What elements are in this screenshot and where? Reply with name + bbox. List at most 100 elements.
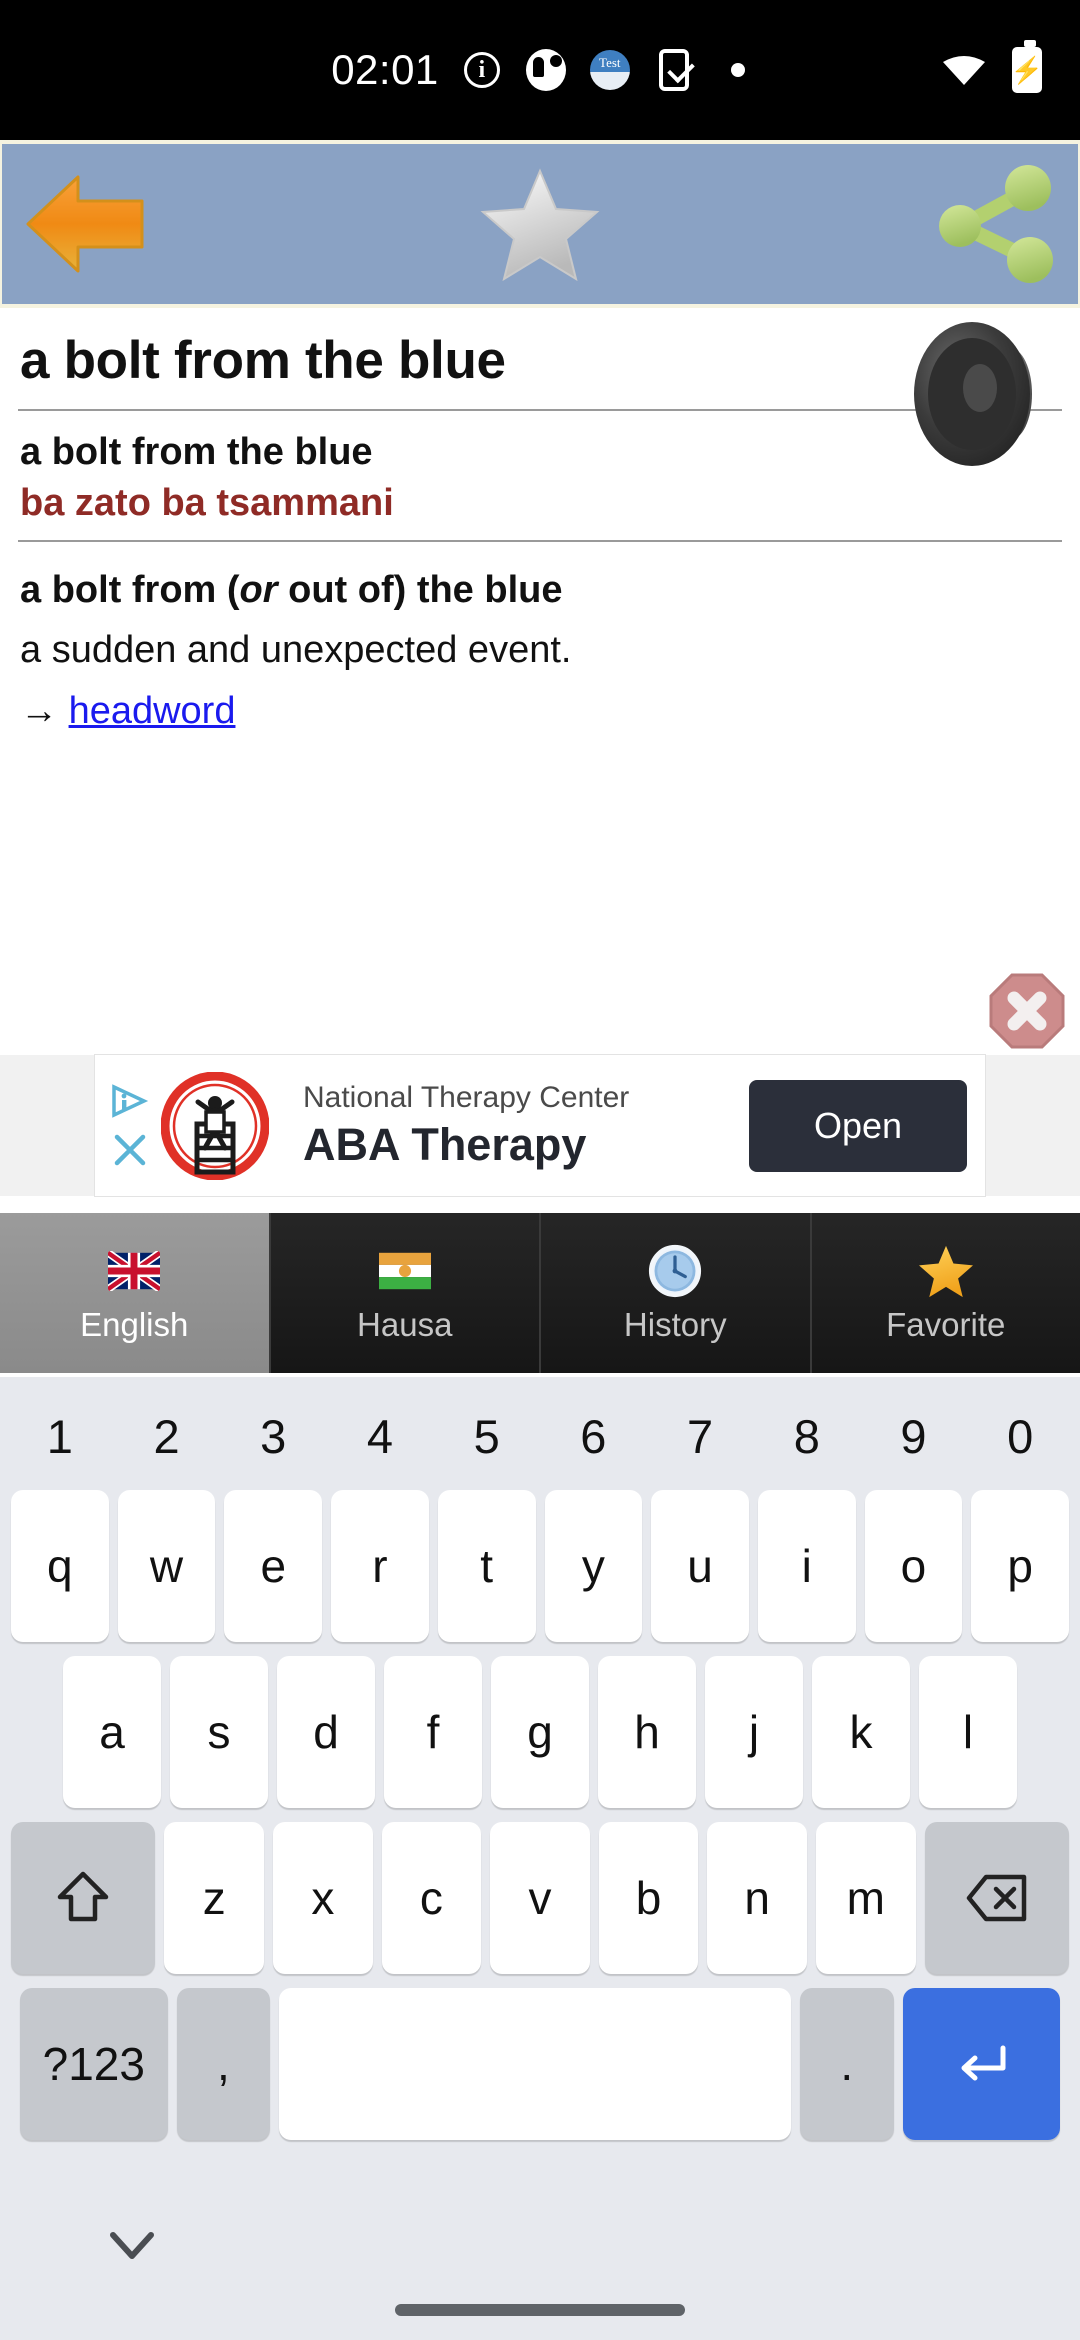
- key-5[interactable]: 5: [438, 1389, 536, 1484]
- shift-key[interactable]: [11, 1822, 156, 1974]
- test-app-icon: Test: [589, 49, 631, 91]
- status-bar-right-group: ⚡: [942, 0, 1043, 140]
- keyboard-row-zxcv: z x c v b n m: [5, 1822, 1075, 1974]
- shift-icon: [56, 1869, 110, 1927]
- tab-english-label: English: [80, 1306, 189, 1343]
- key-l[interactable]: l: [919, 1656, 1017, 1808]
- key-y[interactable]: y: [544, 1490, 643, 1642]
- period-key[interactable]: .: [800, 1988, 894, 2140]
- key-9[interactable]: 9: [865, 1389, 963, 1484]
- share-icon[interactable]: [930, 164, 1060, 284]
- keyboard-number-row: 1 2 3 4 5 6 7 8 9 0: [5, 1389, 1075, 1484]
- clock-icon: [644, 1242, 706, 1300]
- adchoices-icon[interactable]: [110, 1083, 150, 1118]
- status-bar-clock: 02:01: [331, 46, 439, 93]
- definition-block: a bolt from (or out of) the blue a sudde…: [18, 542, 1062, 733]
- key-d[interactable]: d: [277, 1656, 375, 1808]
- key-j[interactable]: j: [705, 1656, 803, 1808]
- key-z[interactable]: z: [164, 1822, 265, 1974]
- space-key[interactable]: [279, 1988, 791, 2140]
- enter-icon: [951, 2040, 1011, 2088]
- key-6[interactable]: 6: [545, 1389, 643, 1484]
- battery-charging-icon: ⚡: [1011, 40, 1043, 93]
- system-navigation-bar: [0, 2177, 1080, 2340]
- key-e[interactable]: e: [224, 1490, 323, 1642]
- key-1[interactable]: 1: [11, 1389, 109, 1484]
- app-toolbar-container: [0, 140, 1080, 308]
- tab-hausa[interactable]: Hausa: [270, 1213, 541, 1373]
- keyboard-row-asdf: a s d f g h j k l: [5, 1656, 1075, 1808]
- key-q[interactable]: q: [10, 1490, 109, 1642]
- app-notification-icon: [525, 49, 567, 91]
- tab-hausa-label: Hausa: [357, 1306, 453, 1343]
- key-3[interactable]: 3: [224, 1389, 322, 1484]
- ad-advertiser-logo-icon: [161, 1071, 269, 1180]
- key-p[interactable]: p: [971, 1490, 1070, 1642]
- key-2[interactable]: 2: [118, 1389, 216, 1484]
- key-8[interactable]: 8: [758, 1389, 856, 1484]
- key-i[interactable]: i: [757, 1490, 856, 1642]
- key-t[interactable]: t: [437, 1490, 536, 1642]
- key-x[interactable]: x: [273, 1822, 373, 1974]
- definition-headword-pre: a bolt from (: [20, 568, 240, 611]
- adchoices-group: [107, 1083, 153, 1168]
- ad-banner[interactable]: National Therapy Center ABA Therapy Open: [95, 1055, 985, 1196]
- entry-translation-hausa: ba zato ba tsammani: [20, 482, 394, 525]
- key-0[interactable]: 0: [971, 1389, 1069, 1484]
- ad-headline: ABA Therapy: [303, 1119, 587, 1171]
- key-m[interactable]: m: [815, 1822, 916, 1974]
- definition-text: a sudden and unexpected event.: [20, 628, 572, 671]
- comma-key[interactable]: ,: [176, 1988, 271, 2140]
- symbols-key[interactable]: ?123: [20, 1988, 168, 2140]
- key-f[interactable]: f: [384, 1656, 482, 1808]
- hide-keyboard-chevron-down-icon[interactable]: [105, 2225, 159, 2265]
- key-a[interactable]: a: [63, 1656, 161, 1808]
- app-toolbar: [2, 144, 1078, 304]
- speaker-icon[interactable]: [902, 314, 1062, 474]
- on-screen-keyboard: 1 2 3 4 5 6 7 8 9 0 q w e r t y u i o p …: [0, 1377, 1080, 2177]
- ad-close-button[interactable]: [988, 972, 1066, 1050]
- home-indicator[interactable]: [395, 2304, 685, 2316]
- key-g[interactable]: g: [491, 1656, 589, 1808]
- status-bar-center-group: 02:01 i Test: [0, 0, 1080, 140]
- ad-banner-zone: National Therapy Center ABA Therapy Open: [0, 1055, 1080, 1196]
- ad-text-group: National Therapy Center ABA Therapy: [269, 1079, 749, 1173]
- key-k[interactable]: k: [812, 1656, 910, 1808]
- key-4[interactable]: 4: [331, 1389, 429, 1484]
- key-o[interactable]: o: [864, 1490, 963, 1642]
- tab-favorite-label: Favorite: [886, 1306, 1006, 1343]
- key-v[interactable]: v: [490, 1822, 590, 1974]
- keyboard-row-qwerty: q w e r t y u i o p: [5, 1490, 1075, 1642]
- key-u[interactable]: u: [651, 1490, 749, 1642]
- headword-link[interactable]: headword: [69, 690, 236, 732]
- test-app-icon-label: Test: [589, 50, 630, 90]
- wifi-icon: [942, 54, 986, 86]
- favorite-star-icon[interactable]: [480, 167, 600, 282]
- back-arrow-icon[interactable]: [20, 169, 150, 279]
- ad-dismiss-icon[interactable]: [112, 1132, 148, 1168]
- keyboard-row-bottom: ?123 , .: [5, 1988, 1075, 2140]
- key-r[interactable]: r: [331, 1490, 429, 1642]
- uk-flag-icon: [103, 1242, 165, 1300]
- key-7[interactable]: 7: [651, 1389, 749, 1484]
- status-bar: 02:01 i Test ⚡: [0, 0, 1080, 140]
- bottom-tab-bar: English Hausa History Favorite: [0, 1213, 1080, 1373]
- key-c[interactable]: c: [381, 1822, 482, 1974]
- key-w[interactable]: w: [117, 1490, 216, 1642]
- key-n[interactable]: n: [707, 1822, 807, 1974]
- key-s[interactable]: s: [170, 1656, 268, 1808]
- enter-key[interactable]: [902, 1988, 1060, 2140]
- tab-favorite[interactable]: Favorite: [811, 1213, 1080, 1373]
- ad-advertiser-name: National Therapy Center: [303, 1080, 630, 1114]
- definition-headword: a bolt from (or out of) the blue: [20, 564, 1062, 617]
- ad-cta-button[interactable]: Open: [749, 1079, 967, 1172]
- tab-english[interactable]: English: [0, 1213, 271, 1373]
- key-h[interactable]: h: [598, 1656, 696, 1808]
- key-b[interactable]: b: [598, 1822, 699, 1974]
- entry-content: a bolt from the blue a bolt from the blu…: [0, 308, 1080, 953]
- cross-reference: → headword: [20, 678, 1062, 733]
- tab-history[interactable]: History: [541, 1213, 812, 1373]
- tab-history-label: History: [623, 1306, 727, 1343]
- backspace-key[interactable]: [924, 1822, 1069, 1974]
